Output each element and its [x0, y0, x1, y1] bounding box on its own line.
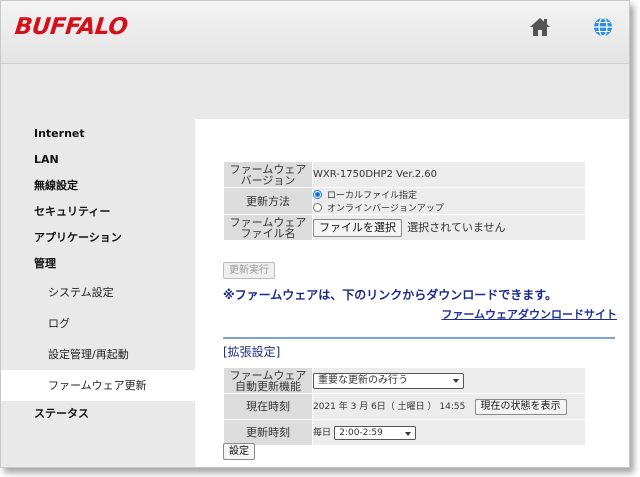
- update-time-prefix: 毎日: [313, 428, 332, 438]
- sidebar-item-wireless[interactable]: 無線設定: [1, 173, 195, 199]
- sidebar-subitem-firmware-update[interactable]: ファームウェア更新: [1, 370, 195, 401]
- sidebar-item-admin[interactable]: 管理: [1, 251, 195, 277]
- file-status-text: 選択されていません: [407, 220, 506, 234]
- header-bar: BUFFALO: [1, 1, 629, 64]
- sidebar-subitem-system[interactable]: システム設定: [1, 277, 195, 308]
- firmware-file-cell: ファイルを選択 選択されていません: [312, 214, 586, 241]
- firmware-download-link[interactable]: ファームウェアダウンロードサイト: [441, 306, 617, 322]
- update-method-label: 更新方法: [223, 187, 313, 215]
- choose-file-button[interactable]: ファイルを選択: [313, 218, 402, 237]
- auto-update-cell: 重要な更新のみ行う: [312, 367, 586, 394]
- update-method-options: ローカルファイル指定 オンラインバージョンアップ: [312, 187, 586, 215]
- current-time-value: 2021 年 3 月 6日（ 土曜日 ） 14:55: [313, 401, 466, 412]
- update-time-select[interactable]: 2:00-2:59: [334, 426, 417, 440]
- download-note: ※ファームウェアは、下のリンクからダウンロードできます。: [223, 288, 558, 302]
- globe-icon[interactable]: [593, 17, 613, 37]
- buffalo-logo: BUFFALO: [13, 14, 129, 40]
- sidebar-subitem-log[interactable]: ログ: [1, 308, 195, 339]
- update-time-cell: 毎日 2:00-2:59: [312, 419, 586, 446]
- firmware-file-label: ファームウェア ファイル名: [223, 214, 313, 241]
- router-admin-window: BUFFALO Internet LAN 無線設定 セキュリティー アプリケーシ…: [0, 0, 630, 468]
- sidebar-item-status[interactable]: ステータス: [1, 401, 195, 427]
- save-settings-button[interactable]: 設定: [223, 443, 255, 460]
- sidebar-item-lan[interactable]: LAN: [1, 147, 195, 173]
- online-update-radio-label: オンラインバージョンアップ: [327, 204, 444, 214]
- sidebar-subitem-config-restart[interactable]: 設定管理/再起動: [1, 339, 195, 370]
- execute-update-button[interactable]: 更新実行: [223, 262, 275, 279]
- update-time-label: 更新時刻: [223, 419, 313, 446]
- local-file-radio[interactable]: [313, 190, 322, 199]
- home-icon[interactable]: [529, 17, 551, 37]
- sidebar-item-application[interactable]: アプリケーション: [1, 225, 195, 251]
- show-status-button[interactable]: 現在の状態を表示: [474, 398, 567, 415]
- firmware-version-value: WXR-1750DHP2 Ver.2.60: [312, 161, 586, 188]
- current-time-label: 現在時刻: [223, 393, 313, 420]
- sidebar-item-security[interactable]: セキュリティー: [1, 199, 195, 225]
- advanced-settings-title: [拡張設定]: [223, 345, 281, 359]
- firmware-form-table: ファームウェア バージョン WXR-1750DHP2 Ver.2.60 更新方法 …: [223, 161, 586, 241]
- auto-update-select[interactable]: 重要な更新のみ行う: [313, 372, 464, 389]
- sidebar-item-internet[interactable]: Internet: [1, 121, 195, 147]
- main-content: ファームウェア バージョン WXR-1750DHP2 Ver.2.60 更新方法 …: [195, 119, 629, 467]
- local-file-radio-label: ローカルファイル指定: [327, 191, 418, 201]
- sidebar-nav: Internet LAN 無線設定 セキュリティー アプリケーション 管理 シス…: [1, 121, 195, 427]
- current-time-cell: 2021 年 3 月 6日（ 土曜日 ） 14:55 現在の状態を表示: [312, 393, 586, 420]
- auto-update-label: ファームウェア 自動更新機能: [223, 367, 313, 394]
- firmware-version-label: ファームウェア バージョン: [223, 161, 313, 188]
- online-update-radio[interactable]: [313, 203, 322, 212]
- advanced-form-table: ファームウェア 自動更新機能 重要な更新のみ行う 現在時刻 2021 年 3 月 …: [223, 367, 586, 446]
- section-divider: [223, 337, 615, 339]
